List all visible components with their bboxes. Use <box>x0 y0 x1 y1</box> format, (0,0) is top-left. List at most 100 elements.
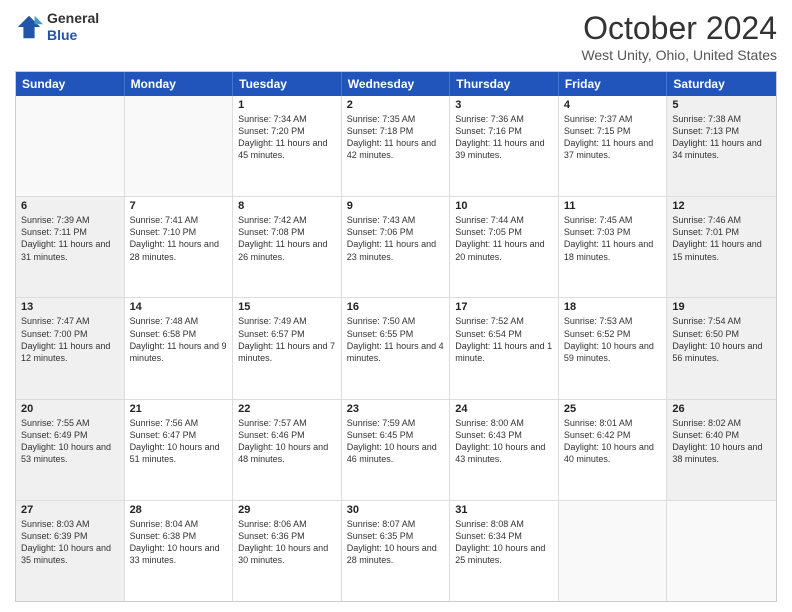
calendar-cell: 18Sunrise: 7:53 AM Sunset: 6:52 PM Dayli… <box>559 298 668 398</box>
calendar-cell: 22Sunrise: 7:57 AM Sunset: 6:46 PM Dayli… <box>233 400 342 500</box>
calendar-cell: 15 Sunrise: 7:49 AM Sunset: 6:57 PM Dayli… <box>233 298 342 398</box>
calendar-cell <box>667 501 776 601</box>
calendar-header-cell: Saturday <box>667 72 776 96</box>
calendar-cell: 23Sunrise: 7:59 AM Sunset: 6:45 PM Dayli… <box>342 400 451 500</box>
day-number: 26 <box>672 403 771 415</box>
calendar-header-cell: Tuesday <box>233 72 342 96</box>
logo: General Blue <box>15 10 99 44</box>
calendar-cell: 28 Sunrise: 8:04 AM Sunset: 6:38 PM Dayli… <box>125 501 234 601</box>
calendar-cell: 21Sunrise: 7:56 AM Sunset: 6:47 PM Dayli… <box>125 400 234 500</box>
cell-daylight-info: Sunrise: 7:43 AM Sunset: 7:06 PM Dayligh… <box>347 214 445 263</box>
day-number: 15 <box>238 301 336 313</box>
day-number: 30 <box>347 504 445 516</box>
cell-daylight-info: Sunrise: 8:01 AM Sunset: 6:42 PM Dayligh… <box>564 417 662 466</box>
day-number: 12 <box>672 200 771 212</box>
calendar-cell: 29 Sunrise: 8:06 AM Sunset: 6:36 PM Dayli… <box>233 501 342 601</box>
calendar-body: 1 Sunrise: 7:34 AM Sunset: 7:20 PM Daylig… <box>16 96 776 601</box>
logo-general: General <box>47 10 99 27</box>
cell-daylight-info: Sunrise: 8:06 AM Sunset: 6:36 PM Dayligh… <box>238 518 336 567</box>
cell-daylight-info: Sunrise: 7:57 AM Sunset: 6:46 PM Dayligh… <box>238 417 336 466</box>
cell-daylight-info: Sunrise: 7:52 AM Sunset: 6:54 PM Dayligh… <box>455 315 553 364</box>
cell-daylight-info: Sunrise: 7:50 AM Sunset: 6:55 PM Dayligh… <box>347 315 445 364</box>
page: General Blue October 2024 West Unity, Oh… <box>0 0 792 612</box>
calendar-row: 27Sunrise: 8:03 AM Sunset: 6:39 PM Dayli… <box>16 500 776 601</box>
calendar-cell: 24 Sunrise: 8:00 AM Sunset: 6:43 PM Dayli… <box>450 400 559 500</box>
day-number: 31 <box>455 504 553 516</box>
location-subtitle: West Unity, Ohio, United States <box>581 47 777 63</box>
day-number: 28 <box>130 504 228 516</box>
cell-daylight-info: Sunrise: 7:55 AM Sunset: 6:49 PM Dayligh… <box>21 417 119 466</box>
day-number: 23 <box>347 403 445 415</box>
cell-daylight-info: Sunrise: 7:42 AM Sunset: 7:08 PM Dayligh… <box>238 214 336 263</box>
day-number: 8 <box>238 200 336 212</box>
calendar-cell: 7 Sunrise: 7:41 AM Sunset: 7:10 PM Daylig… <box>125 197 234 297</box>
calendar-cell: 26 Sunrise: 8:02 AM Sunset: 6:40 PM Dayli… <box>667 400 776 500</box>
day-number: 20 <box>21 403 119 415</box>
cell-daylight-info: Sunrise: 8:00 AM Sunset: 6:43 PM Dayligh… <box>455 417 553 466</box>
day-number: 3 <box>455 99 553 111</box>
title-area: October 2024 West Unity, Ohio, United St… <box>581 10 777 63</box>
calendar-cell: 3 Sunrise: 7:36 AM Sunset: 7:16 PM Daylig… <box>450 96 559 196</box>
day-number: 25 <box>564 403 662 415</box>
day-number: 7 <box>130 200 228 212</box>
calendar-cell: 5 Sunrise: 7:38 AM Sunset: 7:13 PM Daylig… <box>667 96 776 196</box>
calendar-cell: 1 Sunrise: 7:34 AM Sunset: 7:20 PM Daylig… <box>233 96 342 196</box>
calendar-cell: 2 Sunrise: 7:35 AM Sunset: 7:18 PM Daylig… <box>342 96 451 196</box>
day-number: 11 <box>564 200 662 212</box>
cell-daylight-info: Sunrise: 8:04 AM Sunset: 6:38 PM Dayligh… <box>130 518 228 567</box>
calendar-cell: 20 Sunrise: 7:55 AM Sunset: 6:49 PM Dayli… <box>16 400 125 500</box>
cell-daylight-info: Sunrise: 8:02 AM Sunset: 6:40 PM Dayligh… <box>672 417 771 466</box>
calendar-cell: 6Sunrise: 7:39 AM Sunset: 7:11 PM Daylig… <box>16 197 125 297</box>
calendar-cell: 8 Sunrise: 7:42 AM Sunset: 7:08 PM Daylig… <box>233 197 342 297</box>
day-number: 9 <box>347 200 445 212</box>
cell-daylight-info: Sunrise: 7:39 AM Sunset: 7:11 PM Dayligh… <box>21 214 119 263</box>
cell-daylight-info: Sunrise: 7:37 AM Sunset: 7:15 PM Dayligh… <box>564 113 662 162</box>
calendar-cell: 30 Sunrise: 8:07 AM Sunset: 6:35 PM Dayli… <box>342 501 451 601</box>
calendar-cell: 14Sunrise: 7:48 AM Sunset: 6:58 PM Dayli… <box>125 298 234 398</box>
cell-daylight-info: Sunrise: 7:41 AM Sunset: 7:10 PM Dayligh… <box>130 214 228 263</box>
calendar-cell: 16 Sunrise: 7:50 AM Sunset: 6:55 PM Dayli… <box>342 298 451 398</box>
day-number: 29 <box>238 504 336 516</box>
calendar-cell: 13 Sunrise: 7:47 AM Sunset: 7:00 PM Dayli… <box>16 298 125 398</box>
cell-daylight-info: Sunrise: 7:49 AM Sunset: 6:57 PM Dayligh… <box>238 315 336 364</box>
cell-daylight-info: Sunrise: 7:45 AM Sunset: 7:03 PM Dayligh… <box>564 214 662 263</box>
calendar-cell: 27Sunrise: 8:03 AM Sunset: 6:39 PM Dayli… <box>16 501 125 601</box>
calendar-cell: 10 Sunrise: 7:44 AM Sunset: 7:05 PM Dayli… <box>450 197 559 297</box>
cell-daylight-info: Sunrise: 7:35 AM Sunset: 7:18 PM Dayligh… <box>347 113 445 162</box>
day-number: 5 <box>672 99 771 111</box>
cell-daylight-info: Sunrise: 7:36 AM Sunset: 7:16 PM Dayligh… <box>455 113 553 162</box>
day-number: 14 <box>130 301 228 313</box>
day-number: 17 <box>455 301 553 313</box>
calendar-header-cell: Monday <box>125 72 234 96</box>
calendar-cell: 31Sunrise: 8:08 AM Sunset: 6:34 PM Dayli… <box>450 501 559 601</box>
day-number: 2 <box>347 99 445 111</box>
cell-daylight-info: Sunrise: 8:07 AM Sunset: 6:35 PM Dayligh… <box>347 518 445 567</box>
calendar-cell <box>125 96 234 196</box>
calendar-cell: 11 Sunrise: 7:45 AM Sunset: 7:03 PM Dayli… <box>559 197 668 297</box>
day-number: 19 <box>672 301 771 313</box>
calendar-cell <box>559 501 668 601</box>
day-number: 4 <box>564 99 662 111</box>
logo-blue: Blue <box>47 27 99 44</box>
calendar-header-row: SundayMondayTuesdayWednesdayThursdayFrid… <box>16 72 776 96</box>
day-number: 24 <box>455 403 553 415</box>
calendar-cell: 12 Sunrise: 7:46 AM Sunset: 7:01 PM Dayli… <box>667 197 776 297</box>
day-number: 18 <box>564 301 662 313</box>
cell-daylight-info: Sunrise: 7:54 AM Sunset: 6:50 PM Dayligh… <box>672 315 771 364</box>
calendar-cell: 25 Sunrise: 8:01 AM Sunset: 6:42 PM Dayli… <box>559 400 668 500</box>
cell-daylight-info: Sunrise: 7:34 AM Sunset: 7:20 PM Dayligh… <box>238 113 336 162</box>
day-number: 27 <box>21 504 119 516</box>
day-number: 10 <box>455 200 553 212</box>
calendar-header-cell: Friday <box>559 72 668 96</box>
cell-daylight-info: Sunrise: 7:38 AM Sunset: 7:13 PM Dayligh… <box>672 113 771 162</box>
calendar-cell <box>16 96 125 196</box>
day-number: 1 <box>238 99 336 111</box>
calendar-cell: 4 Sunrise: 7:37 AM Sunset: 7:15 PM Daylig… <box>559 96 668 196</box>
cell-daylight-info: Sunrise: 7:56 AM Sunset: 6:47 PM Dayligh… <box>130 417 228 466</box>
day-number: 13 <box>21 301 119 313</box>
cell-daylight-info: Sunrise: 7:47 AM Sunset: 7:00 PM Dayligh… <box>21 315 119 364</box>
cell-daylight-info: Sunrise: 7:44 AM Sunset: 7:05 PM Dayligh… <box>455 214 553 263</box>
day-number: 16 <box>347 301 445 313</box>
calendar-cell: 19 Sunrise: 7:54 AM Sunset: 6:50 PM Dayli… <box>667 298 776 398</box>
cell-daylight-info: Sunrise: 7:46 AM Sunset: 7:01 PM Dayligh… <box>672 214 771 263</box>
